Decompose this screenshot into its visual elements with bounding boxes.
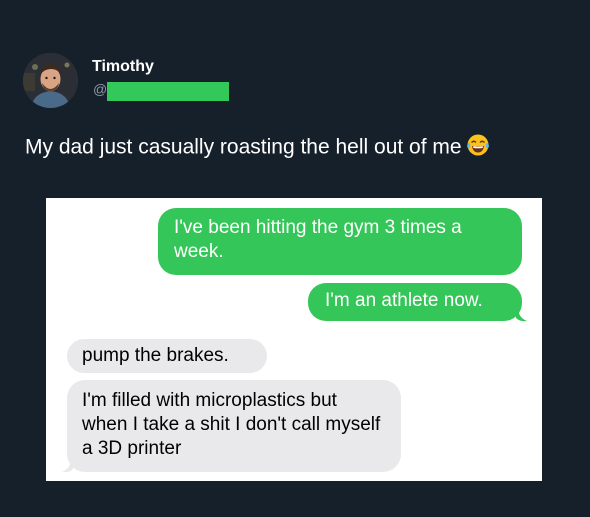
bubble-tail-left — [62, 460, 73, 473]
display-name[interactable]: Timothy — [92, 58, 154, 76]
message-text: I'm an athlete now. — [325, 290, 483, 311]
message-text: I'm filled with microplastics but when I… — [82, 390, 381, 459]
sent-message-bubble: I've been hitting the gym 3 times a week… — [158, 208, 522, 275]
tweet-text-body: My dad just casually roasting the hell o… — [25, 135, 462, 159]
avatar[interactable] — [23, 53, 78, 108]
handle-redaction — [107, 82, 229, 101]
tweet-card: Timothy @ My dad just casually roasting … — [0, 0, 590, 517]
received-message-bubble: pump the brakes. — [67, 339, 267, 373]
tweet-text: My dad just casually roasting the hell o… — [25, 133, 490, 163]
received-message-bubble: I'm filled with microplastics but when I… — [67, 380, 401, 472]
handle-prefix: @ — [93, 81, 108, 97]
message-text: pump the brakes. — [82, 345, 229, 366]
text-conversation-screenshot: I've been hitting the gym 3 times a week… — [46, 198, 542, 481]
sent-message-bubble: I'm an athlete now. — [308, 283, 522, 321]
message-text: I've been hitting the gym 3 times a week… — [174, 217, 462, 262]
face-with-tears-of-joy-icon — [466, 133, 490, 163]
bubble-tail-right — [516, 309, 527, 322]
avatar-photo-icon — [23, 53, 78, 108]
